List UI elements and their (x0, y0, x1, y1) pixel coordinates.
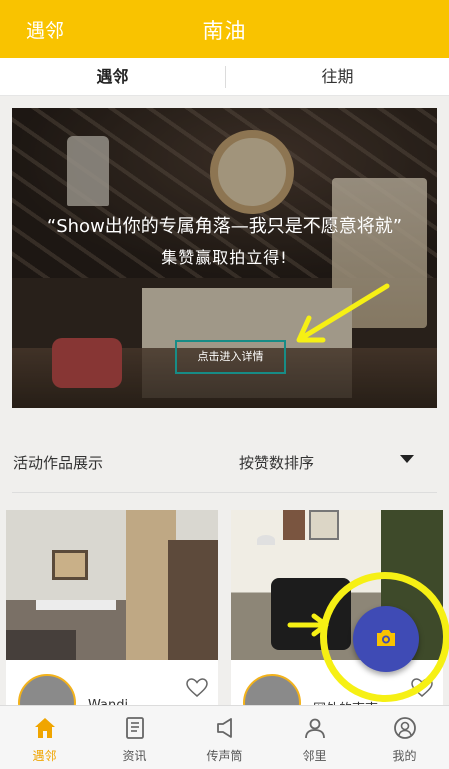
section-divider (12, 492, 437, 493)
photo-frame (52, 550, 88, 580)
nav-label: 邻里 (302, 749, 327, 763)
photo-lamp (257, 535, 275, 545)
top-bar: 遇邻 南油 (0, 0, 449, 58)
home-icon (35, 718, 55, 738)
photo-art (309, 510, 339, 540)
work-card[interactable]: Wandi... (6, 510, 218, 710)
camera-upload-button[interactable] (353, 606, 419, 672)
nav-label: 资讯 (122, 749, 147, 763)
view-details-button[interactable]: 点击进入详情 (175, 340, 286, 374)
tab-yulin[interactable]: 遇邻 (0, 58, 225, 96)
banner-subline: 集赞赢取拍立得! (161, 248, 288, 267)
photo-bed (6, 630, 76, 660)
nav-label: 传声筒 (206, 749, 243, 763)
nav-label: 遇邻 (32, 749, 57, 763)
photo-art (283, 510, 305, 540)
page-title: 南油 (202, 19, 247, 43)
arrow-annotation-icon (296, 283, 390, 343)
megaphone-icon (217, 718, 232, 738)
nav-megaphone[interactable]: 传声筒 (180, 706, 269, 769)
neighbor-icon (305, 718, 325, 739)
tab-past[interactable]: 往期 (226, 58, 449, 96)
photo-desk (36, 600, 116, 610)
nav-neighbors[interactable]: 邻里 (270, 706, 359, 769)
photo-shelf (168, 540, 218, 660)
nav-profile[interactable]: 我的 (360, 706, 449, 769)
section-title: 活动作品展示 (13, 454, 104, 472)
heart-icon[interactable] (186, 678, 208, 698)
nav-label: 我的 (392, 749, 417, 763)
caret-down-icon[interactable] (400, 455, 414, 464)
works-section-header: 活动作品展示 按赞数排序 (0, 440, 449, 482)
profile-icon (394, 717, 416, 739)
news-icon (126, 717, 144, 739)
banner-headline: “Show出你的专属角落—我只是不愿意将就” (46, 216, 403, 237)
nav-news[interactable]: 资讯 (90, 706, 179, 769)
bottom-navigation: 遇邻 资讯 传声筒 邻里 我的 (0, 705, 449, 769)
camera-icon (377, 630, 395, 646)
tab-bar: 遇邻 往期 (0, 58, 449, 96)
nav-yulin[interactable]: 遇邻 (0, 706, 89, 769)
sort-dropdown[interactable]: 按赞数排序 (239, 452, 314, 473)
activity-banner[interactable]: “Show出你的专属角落—我只是不愿意将就” 集赞赢取拍立得! 点击进入详情 (12, 108, 437, 408)
work-photo[interactable] (6, 510, 218, 660)
